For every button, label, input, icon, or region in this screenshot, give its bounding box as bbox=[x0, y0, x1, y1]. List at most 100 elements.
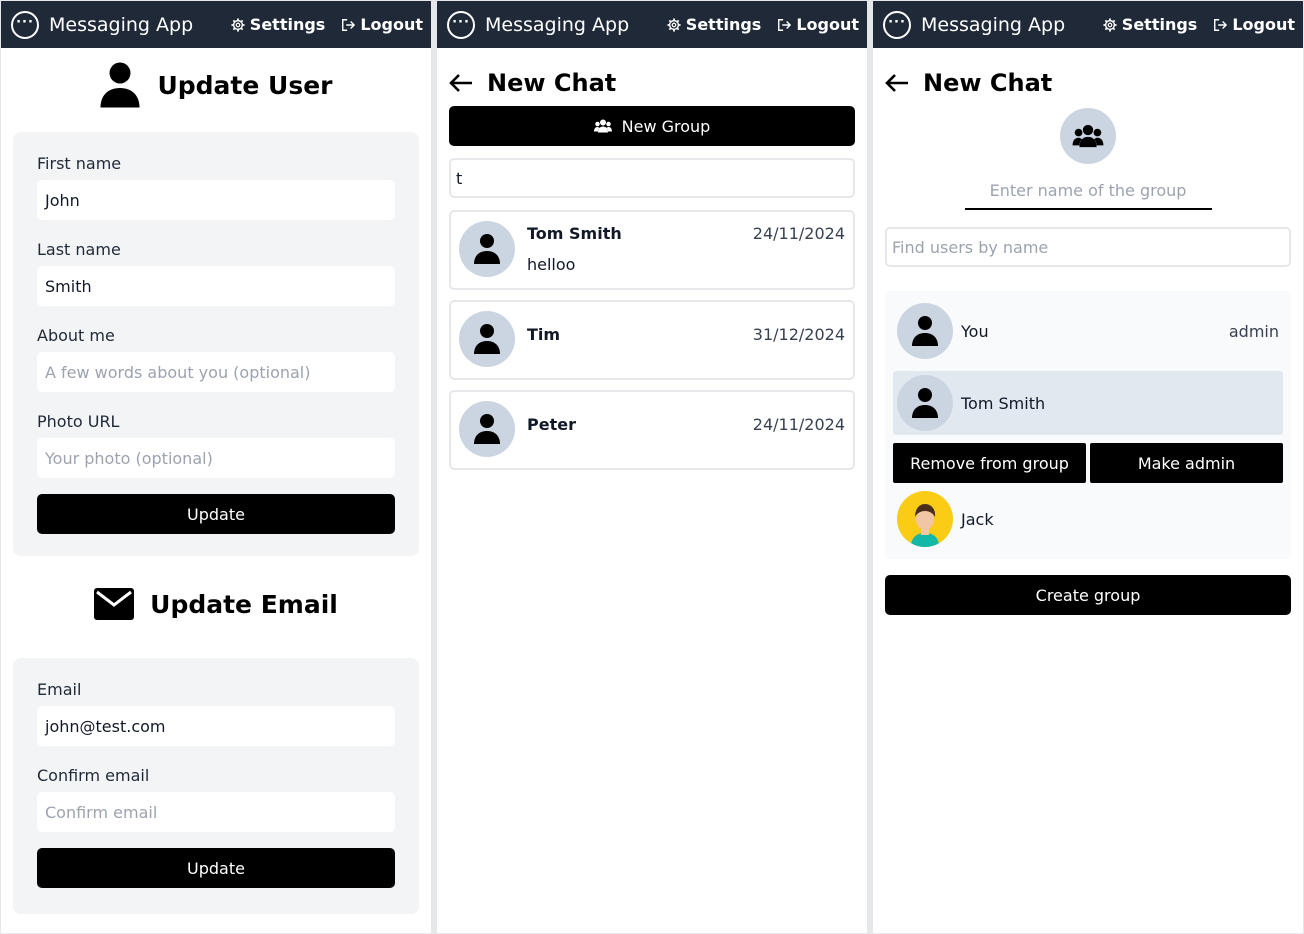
update-user-heading: Update User bbox=[1, 60, 431, 110]
app-title[interactable]: Messaging App bbox=[485, 14, 651, 36]
chat-date: 24/11/2024 bbox=[752, 224, 845, 243]
arrow-left-icon[interactable] bbox=[885, 73, 909, 93]
confirm-email-input[interactable]: Confirm email bbox=[37, 792, 395, 832]
users-group-icon bbox=[1072, 124, 1104, 148]
update-user-form: First name John Last name Smith About me… bbox=[13, 132, 419, 556]
member-item-selected[interactable]: Tom Smith bbox=[893, 371, 1283, 435]
settings-label: Settings bbox=[685, 15, 762, 34]
chat-date: 24/11/2024 bbox=[752, 415, 845, 434]
new-chat-title: New Chat bbox=[487, 69, 617, 97]
settings-label: Settings bbox=[249, 15, 326, 34]
users-group-icon bbox=[593, 119, 612, 133]
gear-icon bbox=[1103, 17, 1117, 32]
update-email-form: Email john@test.com Confirm email Confir… bbox=[13, 658, 419, 914]
photo-url-input[interactable]: Your photo (optional) bbox=[37, 438, 395, 478]
logout-link[interactable]: Logout bbox=[777, 15, 859, 34]
user-icon bbox=[474, 234, 500, 264]
last-name-input[interactable]: Smith bbox=[37, 266, 395, 306]
settings-link[interactable]: Settings bbox=[1103, 15, 1198, 34]
chat-bubble-icon[interactable]: ··· bbox=[11, 10, 39, 39]
chat-date: 31/12/2024 bbox=[752, 325, 845, 344]
new-group-button[interactable]: New Group bbox=[449, 106, 855, 146]
photo-url-label: Photo URL bbox=[37, 412, 120, 431]
last-name-label: Last name bbox=[37, 240, 121, 259]
chat-result-item[interactable]: Peter 24/11/2024 bbox=[449, 390, 855, 470]
app-title[interactable]: Messaging App bbox=[49, 14, 215, 36]
chat-name: Tim bbox=[527, 325, 561, 344]
update-user-button[interactable]: Update bbox=[37, 494, 395, 534]
new-group-header: New Chat bbox=[873, 48, 1303, 104]
about-me-input[interactable]: A few words about you (optional) bbox=[37, 352, 395, 392]
find-users-input[interactable]: Find users by name bbox=[885, 227, 1291, 267]
envelope-icon bbox=[94, 588, 135, 620]
arrow-left-icon[interactable] bbox=[449, 73, 473, 93]
settings-link[interactable]: Settings bbox=[667, 15, 762, 34]
remove-from-group-button[interactable]: Remove from group bbox=[893, 443, 1086, 483]
update-email-title: Update Email bbox=[150, 589, 338, 619]
update-user-title: Update User bbox=[157, 70, 333, 100]
member-role-badge: admin bbox=[1228, 321, 1279, 341]
avatar bbox=[459, 401, 515, 457]
user-icon bbox=[912, 316, 938, 346]
member-name: You bbox=[961, 321, 989, 341]
chat-last-message: helloo bbox=[527, 255, 576, 274]
user-icon bbox=[912, 388, 938, 418]
update-email-heading: Update Email bbox=[1, 582, 431, 626]
gear-icon bbox=[231, 17, 245, 32]
chat-name: Peter bbox=[527, 415, 576, 434]
update-user-panel: ··· Messaging App Settings Logout Update… bbox=[1, 1, 431, 933]
chat-name: Tom Smith bbox=[527, 224, 622, 243]
member-item[interactable]: You admin bbox=[893, 299, 1283, 363]
logout-link[interactable]: Logout bbox=[341, 15, 423, 34]
avatar bbox=[897, 303, 953, 359]
user-icon bbox=[100, 62, 140, 108]
new-group-label: New Group bbox=[621, 116, 711, 136]
new-group-title: New Chat bbox=[923, 69, 1053, 97]
user-icon bbox=[474, 324, 500, 354]
logout-icon bbox=[1214, 18, 1228, 31]
new-group-panel: ··· Messaging App Settings Logout New Ch… bbox=[873, 1, 1303, 933]
confirm-email-label: Confirm email bbox=[37, 766, 150, 785]
app-title[interactable]: Messaging App bbox=[921, 14, 1087, 36]
new-chat-header: New Chat bbox=[437, 48, 867, 104]
navbar: ··· Messaging App Settings Logout bbox=[1, 1, 431, 48]
logout-icon bbox=[342, 18, 356, 31]
user-icon bbox=[474, 414, 500, 444]
new-chat-panel: ··· Messaging App Settings Logout New Ch… bbox=[437, 1, 867, 933]
first-name-input[interactable]: John bbox=[37, 180, 395, 220]
group-avatar-wrap bbox=[873, 108, 1303, 164]
email-label: Email bbox=[37, 680, 82, 699]
person-photo-icon bbox=[911, 504, 939, 547]
navbar: ··· Messaging App Settings Logout bbox=[437, 1, 867, 48]
group-avatar[interactable] bbox=[1060, 108, 1116, 164]
group-name-input[interactable]: Enter name of the group bbox=[964, 172, 1212, 210]
navbar: ··· Messaging App Settings Logout bbox=[873, 1, 1303, 48]
chat-result-item[interactable]: Tom Smith 24/11/2024 helloo bbox=[449, 210, 855, 290]
member-item[interactable]: Jack bbox=[893, 487, 1283, 551]
settings-label: Settings bbox=[1121, 15, 1198, 34]
gear-icon bbox=[667, 17, 681, 32]
chat-bubble-icon[interactable]: ··· bbox=[447, 10, 475, 39]
avatar bbox=[459, 221, 515, 277]
member-name: Tom Smith bbox=[961, 393, 1046, 413]
logout-icon bbox=[778, 18, 792, 31]
logout-label: Logout bbox=[1232, 15, 1295, 34]
logout-label: Logout bbox=[360, 15, 423, 34]
logout-link[interactable]: Logout bbox=[1213, 15, 1295, 34]
make-admin-button[interactable]: Make admin bbox=[1090, 443, 1283, 483]
email-input[interactable]: john@test.com bbox=[37, 706, 395, 746]
create-group-button[interactable]: Create group bbox=[885, 575, 1291, 615]
chat-result-item[interactable]: Tim 31/12/2024 bbox=[449, 300, 855, 380]
chat-bubble-icon[interactable]: ··· bbox=[883, 10, 911, 39]
first-name-label: First name bbox=[37, 154, 122, 173]
jack-avatar bbox=[897, 491, 953, 547]
avatar bbox=[897, 375, 953, 431]
about-me-label: About me bbox=[37, 326, 115, 345]
logout-label: Logout bbox=[796, 15, 859, 34]
settings-link[interactable]: Settings bbox=[231, 15, 326, 34]
member-name: Jack bbox=[961, 509, 994, 529]
search-users-input[interactable]: t bbox=[449, 158, 855, 198]
update-email-button[interactable]: Update bbox=[37, 848, 395, 888]
member-actions: Remove from group Make admin bbox=[893, 443, 1283, 483]
avatar bbox=[459, 311, 515, 367]
